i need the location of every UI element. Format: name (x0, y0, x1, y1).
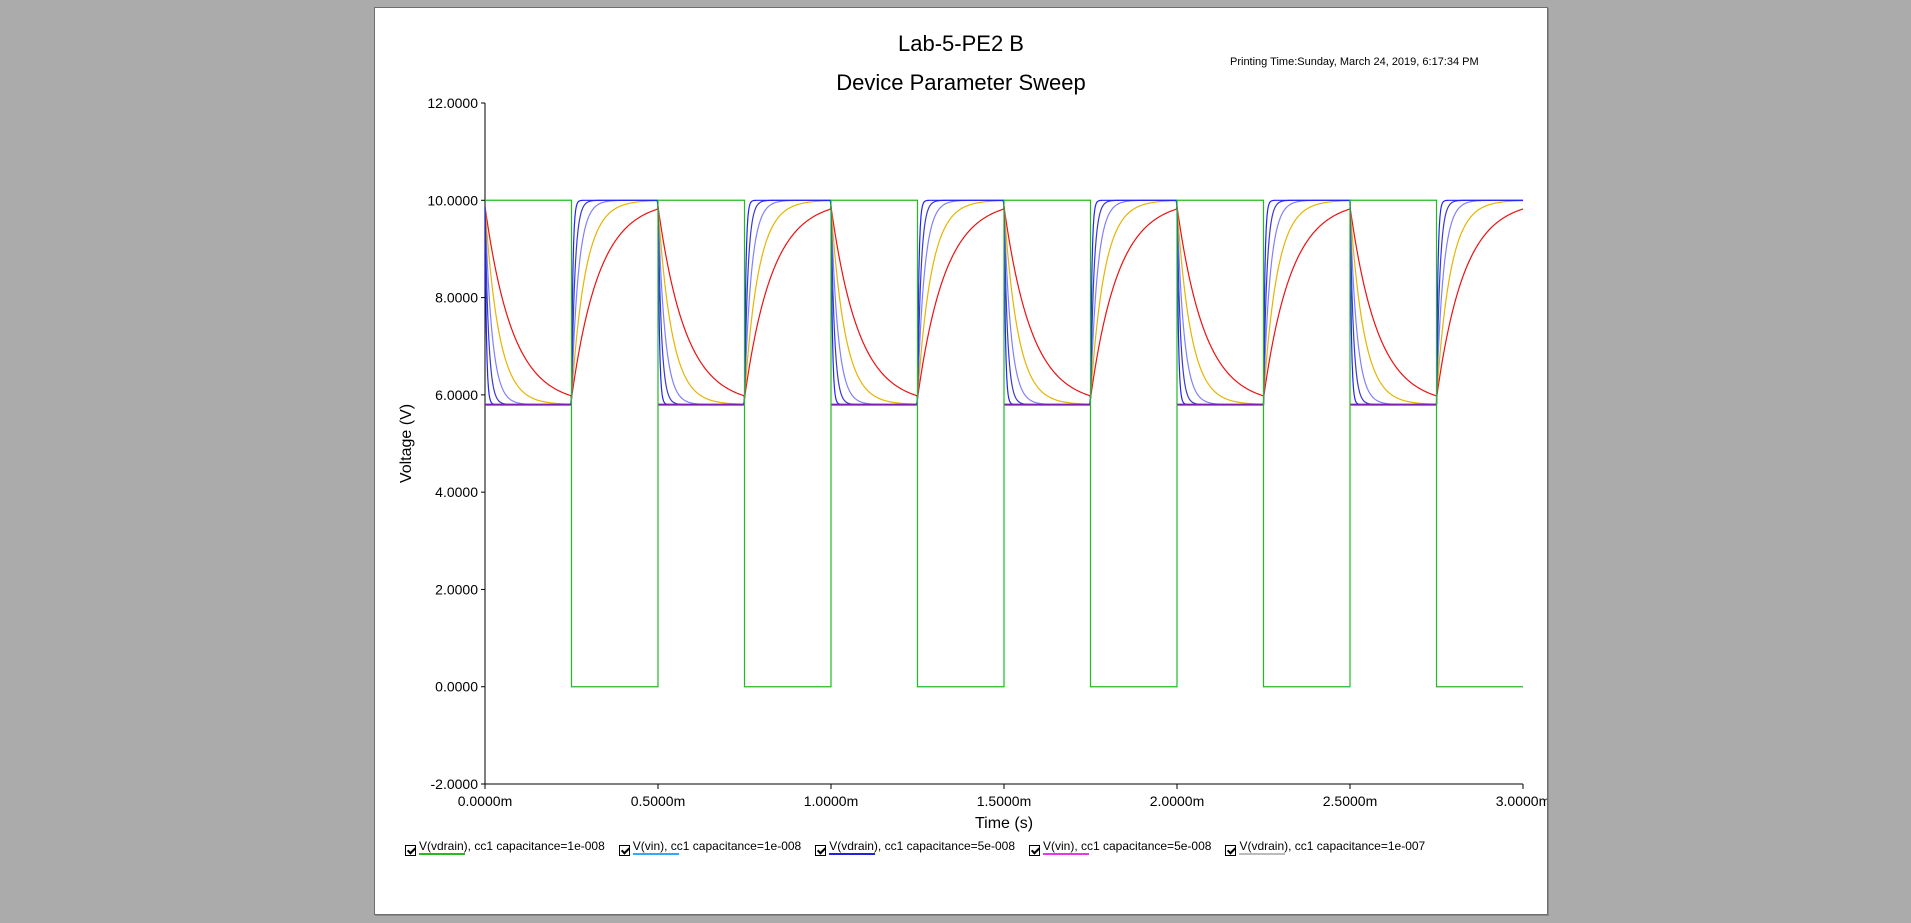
y-tick-label: -2.0000 (431, 776, 479, 792)
y-tick-label: 6.0000 (435, 387, 478, 403)
legend-checkbox[interactable] (405, 845, 416, 856)
legend-item[interactable]: V(vdrain), cc1 capacitance=1e-007 (1225, 839, 1425, 857)
legend-item[interactable]: V(vin), cc1 capacitance=5e-008 (1029, 839, 1211, 857)
legend-swatch (1043, 853, 1089, 855)
legend-text: V(vin), cc1 capacitance=1e-008 (632, 839, 802, 853)
legend-label: V(vin), cc1 capacitance=1e-008 (632, 839, 802, 857)
legend-label: V(vdrain), cc1 capacitance=1e-007 (1239, 839, 1425, 857)
line-chart: -2.0000 0.0000 2.0000 4.0000 6.0000 8.0000 10.… (398, 95, 1547, 832)
y-tick-label: 4.0000 (435, 484, 478, 500)
x-tick-label: 1.0000m (804, 793, 858, 809)
legend-item[interactable]: V(vin), cc1 capacitance=1e-008 (618, 839, 802, 857)
legend-checkbox[interactable] (1029, 845, 1040, 856)
plot-page: Lab-5-PE2 B Device Parameter Sweep Print… (374, 7, 1548, 915)
x-tick-label: 3.0000m (1496, 793, 1547, 809)
y-tick-label: 2.0000 (435, 581, 478, 597)
x-tick-label: 1.5000m (977, 793, 1031, 809)
legend-checkbox[interactable] (618, 845, 630, 856)
x-tick-label: 2.5000m (1323, 793, 1377, 809)
legend-label: V(vdrain), cc1 capacitance=1e-008 (419, 839, 605, 857)
legend-text: V(vdrain), cc1 capacitance=1e-007 (1239, 839, 1426, 853)
y-tick-label: 8.0000 (435, 290, 478, 306)
y-tick-label: 0.0000 (435, 679, 478, 695)
legend-swatch (419, 853, 465, 855)
legend: V(vdrain), cc1 capacitance=1e-008 V(vin),… (405, 839, 1439, 857)
legend-checkbox[interactable] (815, 845, 827, 856)
legend-item[interactable]: V(vdrain), cc1 capacitance=5e-008 (815, 839, 1015, 857)
legend-swatch (632, 853, 679, 855)
y-tick-label: 12.0000 (427, 95, 478, 111)
legend-label: V(vdrain), cc1 capacitance=5e-008 (829, 839, 1015, 857)
legend-swatch (1239, 853, 1286, 855)
y-axis-label: Voltage (V) (398, 404, 415, 483)
legend-item[interactable]: V(vdrain), cc1 capacitance=1e-008 (405, 839, 605, 857)
x-tick-label: 0.5000m (631, 793, 685, 809)
x-tick-label: 2.0000m (1150, 793, 1204, 809)
legend-text: V(vin), cc1 capacitance=5e-008 (1043, 839, 1212, 853)
x-tick-label: 0.0000m (458, 793, 512, 809)
legend-text: V(vdrain), cc1 capacitance=5e-008 (829, 839, 1015, 853)
legend-label: V(vin), cc1 capacitance=5e-008 (1043, 839, 1211, 857)
legend-checkbox[interactable] (1225, 845, 1237, 856)
x-axis-label: Time (s) (975, 815, 1033, 832)
y-tick-label: 10.0000 (427, 192, 478, 208)
legend-text: V(vdrain), cc1 capacitance=1e-008 (419, 839, 605, 853)
legend-swatch (829, 853, 876, 855)
input-square-wave (485, 199, 1523, 688)
